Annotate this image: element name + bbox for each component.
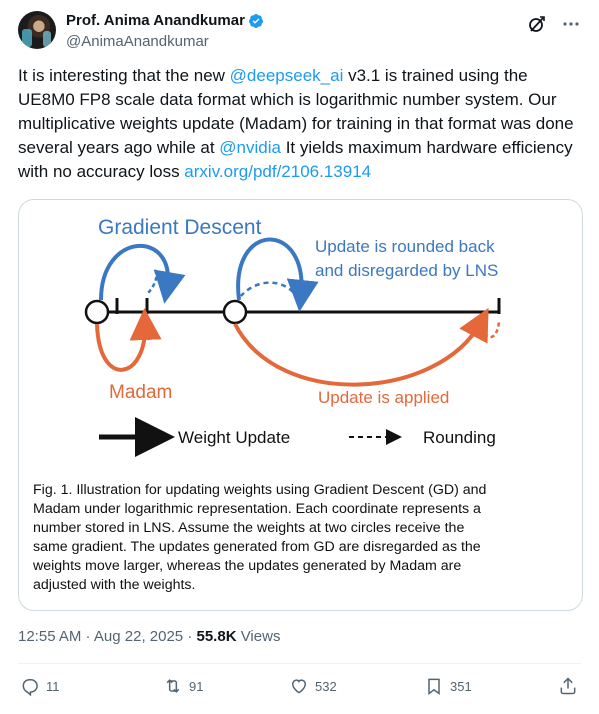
separator: · [183,628,197,645]
author-name[interactable]: Prof. Anima Anandkumar [66,12,245,29]
tweet-metadata: 12:55 AM · Aug 22, 2025 · 55.8K Views [18,628,280,645]
legend-rounding: Rounding [423,428,496,447]
gd-update-arrow-left [99,243,186,304]
tweet-image[interactable]: Gradient Descent Update is rounded back … [18,199,583,611]
weight-circle-left [84,299,110,325]
views-count[interactable]: 55.8K [197,628,237,645]
header-actions [527,14,581,34]
avatar-detail [22,29,32,47]
action-bar: 11 91 532 351 [18,676,581,704]
heart-icon [291,679,307,694]
mention-deepseek[interactable]: @deepseek_ai [230,66,344,85]
bookmark-icon [428,678,440,695]
repost-count: 91 [189,678,204,694]
caption-line: weights move larger, whereas the updates… [32,558,461,574]
gd-rounding-arrow-left [146,269,158,295]
caption-line: number stored in LNS. Assume the weights… [33,520,464,536]
avatar-detail [43,31,51,47]
views-label: Views [236,628,281,645]
madam-rounding-arrow-right [479,321,501,339]
gd-note-line2: and disregarded by LNS [315,261,498,280]
avatar[interactable] [18,11,56,49]
tweet-text: It is interesting that the new @deepseek… [18,64,574,184]
gd-rounding-arrow-right [240,281,294,297]
caption-line: same gradient. The updates generated fro… [33,539,481,555]
verified-badge-icon [248,13,263,28]
mention-nvidia[interactable]: @nvidia [219,138,281,157]
separator: · [81,628,94,645]
madam-label: Madam [109,382,172,403]
reply-icon [22,679,38,696]
weight-circle-right [222,299,248,325]
reply-button[interactable]: 11 [20,676,60,696]
figure-diagram: Gradient Descent Update is rounded back … [32,216,501,593]
caption-line: Fig. 1. Illustration for updating weight… [33,482,486,498]
repost-button[interactable]: 91 [163,676,203,696]
gd-label: Gradient Descent [98,216,262,239]
tweet-time[interactable]: 12:55 AM [18,628,81,645]
tweet-header: Prof. Anima Anandkumar @AnimaAnandkumar [18,10,581,54]
tweet-date[interactable]: Aug 22, 2025 [94,628,183,645]
repost-icon [166,679,180,693]
madam-note: Update is applied [318,388,449,407]
caption-line: Madam under logarithmic representation. … [33,501,481,517]
more-options-icon[interactable] [561,14,581,34]
grok-icon[interactable] [527,14,547,34]
share-button[interactable] [558,676,578,696]
like-count: 532 [315,678,337,694]
caption-line: adjusted with the weights. [33,577,195,593]
author-handle[interactable]: @AnimaAnandkumar [66,33,209,50]
madam-update-arrow-left [95,308,162,372]
share-icon [560,677,576,695]
gd-note-line1: Update is rounded back [315,237,495,256]
legend-weight-update: Weight Update [178,428,290,447]
madam-update-arrow-right [233,307,489,387]
like-button[interactable]: 532 [289,676,337,696]
bookmark-count: 351 [450,678,472,694]
tweet-text-segment: It is interesting that the new [18,66,230,85]
divider [18,663,581,664]
arxiv-link[interactable]: arxiv.org/pdf/2106.13914 [184,162,371,181]
bookmark-button[interactable]: 351 [424,676,472,696]
reply-count: 11 [46,678,60,694]
author-name-row: Prof. Anima Anandkumar [66,12,264,29]
